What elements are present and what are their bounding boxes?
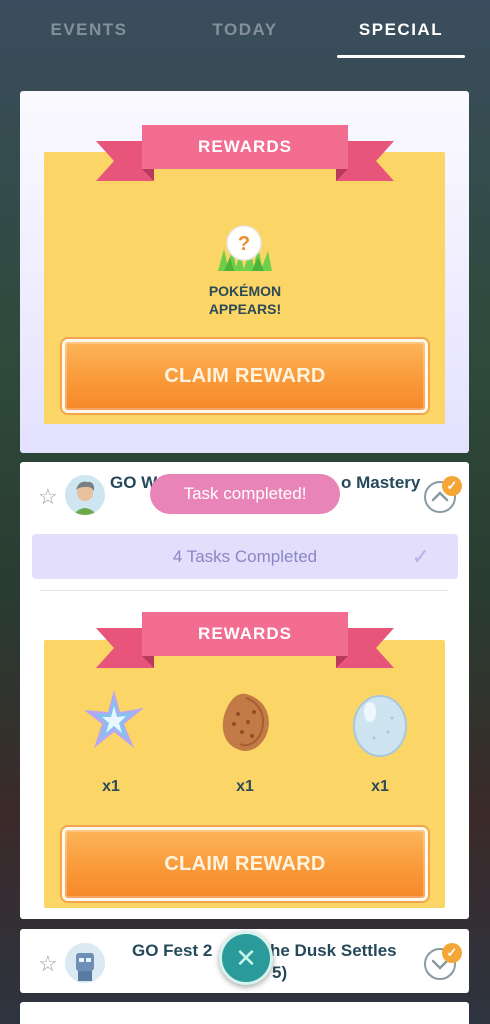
next-quest-title-start: GO Fest 2 (132, 941, 213, 960)
avatar (65, 475, 105, 515)
star-piece-icon (84, 690, 144, 748)
item-quantity: x1 (371, 778, 389, 795)
divider (40, 590, 448, 591)
tab-special[interactable]: SPECIAL (338, 20, 464, 40)
favorite-star-icon[interactable]: ☆ (38, 484, 58, 510)
tasks-completed-label: 4 Tasks Completed (172, 546, 318, 566)
quest-card-peek[interactable] (20, 1002, 469, 1024)
avatar (65, 943, 105, 983)
rewards-heading: REWARDS (142, 125, 348, 169)
quest-rewards-ribbon: REWARDS (96, 612, 394, 672)
tab-events[interactable]: EVENTS (30, 20, 148, 40)
sinnoh-stone-icon (222, 693, 269, 752)
tab-bar: EVENTS TODAY SPECIAL (0, 0, 490, 62)
next-quest-subtitle: 5) (272, 963, 288, 982)
pokemon-egg-icon (353, 695, 407, 757)
completed-check-icon: ✓ (442, 476, 462, 496)
item-quantity: x1 (102, 778, 120, 795)
close-icon: ✕ (235, 942, 257, 973)
task-completed-toast: Task completed! (150, 474, 340, 514)
question-mark-in-grass-icon: ? (218, 225, 272, 271)
reward-card: REWARDS ? POKÉMON APPEARS! CLAIM REWARD (20, 91, 469, 453)
completed-check-icon: ✓ (442, 943, 462, 963)
robot-avatar-icon (65, 943, 105, 983)
tab-today[interactable]: TODAY (186, 20, 304, 40)
tasks-completed-bar[interactable]: 4 Tasks Completed ✓ (32, 534, 458, 579)
item-quantity: x1 (236, 778, 254, 795)
claim-reward-button[interactable]: CLAIM REWARD (62, 339, 428, 413)
professor-avatar-icon (65, 475, 105, 515)
favorite-star-icon[interactable]: ☆ (38, 951, 58, 977)
quest-rewards-heading: REWARDS (142, 612, 348, 656)
quest-title-tail: o Mastery (341, 473, 421, 492)
svg-text:?: ? (238, 233, 250, 255)
claim-reward-button-2[interactable]: CLAIM REWARD (62, 827, 428, 901)
next-quest-title-end: he Dusk Settles (270, 941, 397, 960)
check-icon: ✓ (411, 544, 430, 569)
close-button[interactable]: ✕ (219, 931, 273, 985)
rewards-ribbon: REWARDS (96, 125, 394, 185)
reward-description: POKÉMON APPEARS! (208, 283, 282, 317)
active-tab-indicator (337, 55, 465, 58)
